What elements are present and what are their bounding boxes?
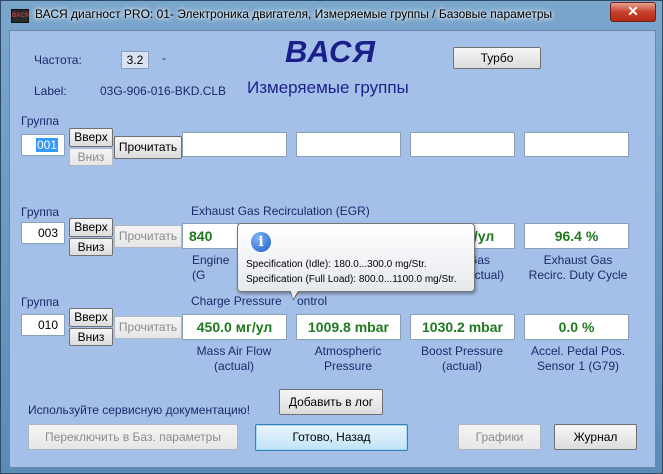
group2-value-1: 840 [182, 223, 242, 249]
turbo-button[interactable]: Турбо [453, 47, 541, 69]
group3-caption-2: Atmospheric Pressure [314, 344, 382, 373]
group1-read-button[interactable]: Прочитать [114, 136, 182, 159]
page-subtitle: Измеряемые группы [247, 78, 409, 97]
group2-label: Группа [21, 205, 60, 219]
group3-value-4: 0.0 % [524, 314, 629, 340]
label-caption: Label: [34, 84, 67, 98]
group3-read-button[interactable]: Прочитать [114, 316, 182, 339]
spec-tooltip: i Specification (Idle): 180.0...300.0 mg… [237, 223, 475, 292]
done-back-button[interactable]: Готово, Назад [255, 424, 408, 451]
group1-down-button[interactable]: Вниз [69, 148, 113, 166]
frequency-value: 3.2 [121, 51, 149, 69]
close-button[interactable]: ✕ [610, 2, 656, 22]
group3-up-button[interactable]: Вверх [69, 308, 113, 327]
group3-title: Charge Pressure [191, 294, 282, 308]
tooltip-line-full-load: Specification (Full Load): 800.0...1100.… [246, 274, 457, 285]
switch-basic-params-button[interactable]: Переключить в Баз. параметры [28, 424, 238, 450]
service-note: Используйте сервисную документацию! [28, 403, 251, 417]
group3-caption-4: Accel. Pedal Pos. Sensor 1 (G79) [530, 344, 626, 373]
group2-number-input[interactable]: 003 [21, 222, 65, 244]
group1-value-2 [296, 132, 401, 157]
main-window: ВАСЯ ВАСЯ диагност PRO: 01- Электроника … [0, 0, 663, 474]
title-bar[interactable]: ВАСЯ ВАСЯ диагност PRO: 01- Электроника … [1, 1, 662, 29]
group3-caption-1: Mass Air Flow (actual) [196, 344, 272, 373]
group3-value-2: 1009.8 mbar [296, 314, 401, 340]
group3-number-input[interactable]: 010 [21, 314, 65, 336]
group2-caption-4: Exhaust Gas Recirc. Duty Cycle [528, 253, 628, 282]
group2-read-button[interactable]: Прочитать [114, 225, 182, 248]
brand-title: ВАСЯ [285, 34, 377, 69]
group2-down-button[interactable]: Вниз [69, 238, 113, 256]
client-area: Частота: 3.2 - ВАСЯ Label: 03G-906-016-B… [9, 30, 656, 468]
group2-up-button[interactable]: Вверх [69, 218, 113, 237]
group1-value-1 [182, 132, 287, 157]
add-to-log-button[interactable]: Добавить в лог [279, 389, 383, 415]
group1-value-3 [410, 132, 515, 157]
group3-title-tail: ontrol [297, 294, 328, 308]
tooltip-line-idle: Specification (Idle): 180.0...300.0 mg/S… [246, 259, 427, 270]
graphs-button[interactable]: Графики [458, 424, 541, 450]
group3-label: Группа [21, 295, 60, 309]
group1-number-input[interactable]: 001 [21, 134, 65, 156]
group2-value-4: 96.4 % [524, 223, 629, 249]
group1-label: Группа [21, 114, 60, 128]
info-icon: i [251, 232, 271, 252]
group1-value-4 [524, 132, 629, 157]
tooltip-pointer-fill [290, 288, 300, 299]
frequency-label: Частота: [34, 53, 82, 67]
frequency-dash: - [162, 51, 166, 65]
group1-up-button[interactable]: Вверх [69, 128, 113, 147]
group3-value-3: 1030.2 mbar [410, 314, 515, 340]
window-title: ВАСЯ диагност PRO: 01- Электроника двига… [35, 7, 553, 21]
label-file: 03G-906-016-BKD.CLB [100, 84, 227, 98]
group2-title: Exhaust Gas Recirculation (EGR) [191, 204, 370, 218]
group3-down-button[interactable]: Вниз [69, 328, 113, 346]
journal-button[interactable]: Журнал [554, 424, 637, 450]
group3-caption-3: Boost Pressure (actual) [420, 344, 504, 373]
app-icon: ВАСЯ [11, 9, 29, 23]
group3-value-1: 450.0 мг/ул [182, 314, 287, 340]
